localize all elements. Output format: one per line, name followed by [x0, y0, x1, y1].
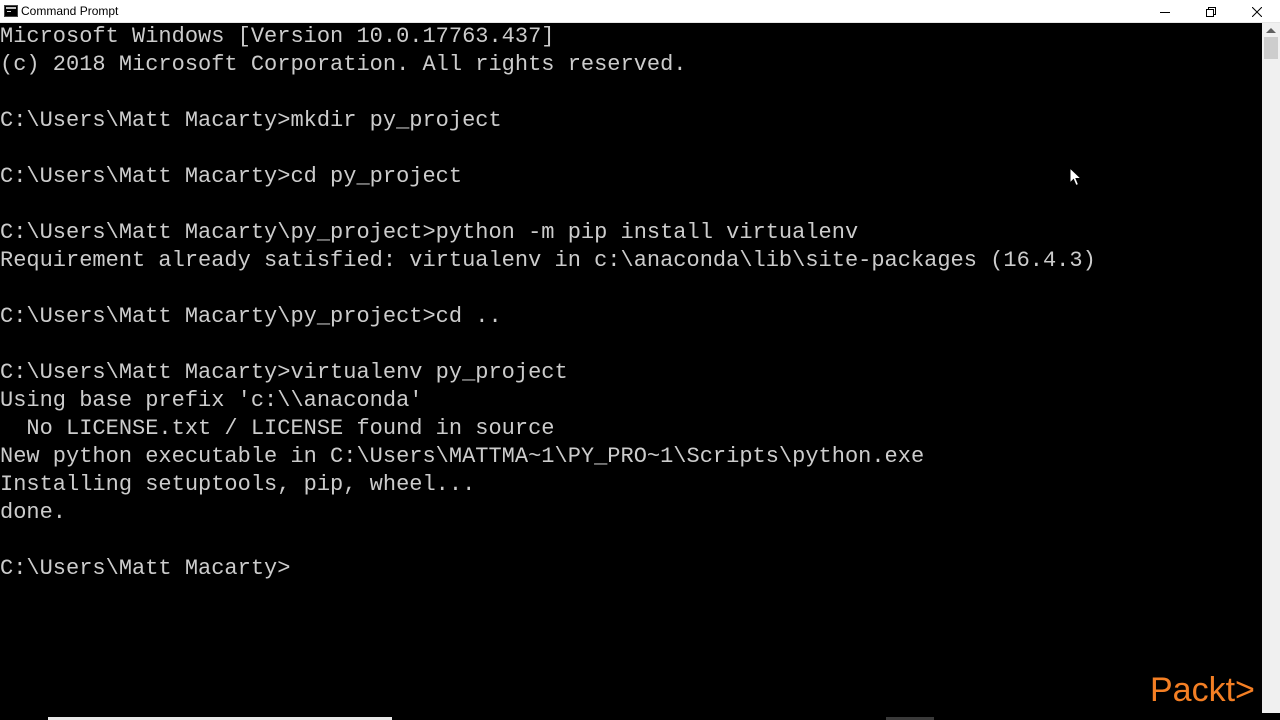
console-line: Requirement already satisfied: virtualen…	[0, 248, 1096, 273]
restore-icon	[1206, 6, 1216, 17]
packt-logo: Packt>	[1150, 671, 1255, 709]
console-line: C:\Users\Matt Macarty\py_project>cd ..	[0, 304, 502, 329]
console-line: New python executable in C:\Users\MATTMA…	[0, 444, 925, 469]
scroll-up-arrow-icon[interactable]	[1266, 28, 1276, 33]
console-line: C:\Users\Matt Macarty>mkdir py_project	[0, 108, 502, 133]
title-bar[interactable]: Command Prompt	[0, 0, 1280, 23]
console-line: Using base prefix 'c:\\anaconda'	[0, 388, 423, 413]
console-line: Microsoft Windows [Version 10.0.17763.43…	[0, 24, 555, 49]
vertical-scrollbar[interactable]	[1262, 23, 1280, 713]
mouse-pointer-icon	[1069, 166, 1083, 192]
console-line: Installing setuptools, pip, wheel...	[0, 472, 476, 497]
console-line: C:\Users\Matt Macarty>virtualenv py_proj…	[0, 360, 568, 385]
close-icon	[1252, 6, 1262, 17]
caption-buttons	[1142, 0, 1280, 23]
scrollbar-thumb[interactable]	[1264, 37, 1278, 59]
restore-button[interactable]	[1188, 0, 1234, 23]
console-line: C:\Users\Matt Macarty\py_project>python …	[0, 220, 859, 245]
console-output[interactable]: Microsoft Windows [Version 10.0.17763.43…	[0, 23, 1262, 713]
close-button[interactable]	[1234, 0, 1280, 23]
minimize-button[interactable]	[1142, 0, 1188, 23]
console-line: (c) 2018 Microsoft Corporation. All righ…	[0, 52, 687, 77]
minimize-icon	[1160, 11, 1170, 13]
cmd-icon[interactable]	[4, 5, 18, 17]
console-line: done.	[0, 500, 67, 525]
console-prompt-line[interactable]: C:\Users\Matt Macarty>	[0, 555, 1262, 583]
window-title: Command Prompt	[21, 4, 119, 18]
console-line: No LICENSE.txt / LICENSE found in source	[0, 416, 555, 441]
command-prompt-window: Command Prompt Microsoft Windows [Versio…	[0, 0, 1280, 720]
